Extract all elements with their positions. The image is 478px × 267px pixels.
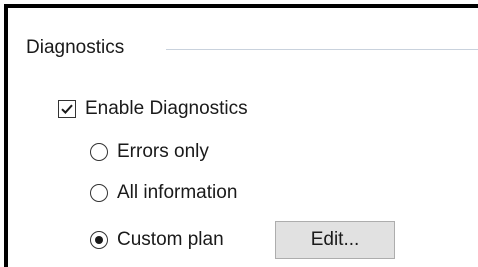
radio-custom-plan-button[interactable] bbox=[90, 231, 108, 249]
radio-all-information-button[interactable] bbox=[90, 184, 108, 202]
edit-button[interactable]: Edit... bbox=[275, 221, 395, 259]
radio-selected-dot bbox=[95, 236, 103, 244]
enable-diagnostics-label[interactable]: Enable Diagnostics bbox=[85, 97, 248, 121]
radio-all-information-label[interactable]: All information bbox=[117, 181, 237, 205]
group-separator-line bbox=[166, 49, 478, 51]
radio-errors-only-label[interactable]: Errors only bbox=[117, 140, 209, 164]
diagnostics-group-header: Diagnostics bbox=[26, 36, 478, 60]
radio-errors-only-button[interactable] bbox=[90, 143, 108, 161]
group-title: Diagnostics bbox=[26, 37, 125, 58]
checkmark-icon bbox=[61, 104, 73, 114]
enable-diagnostics-checkbox[interactable] bbox=[58, 100, 76, 118]
diagnostics-panel: Diagnostics Enable Diagnostics Errors on… bbox=[4, 4, 478, 267]
radio-custom-plan-label[interactable]: Custom plan bbox=[117, 228, 224, 252]
